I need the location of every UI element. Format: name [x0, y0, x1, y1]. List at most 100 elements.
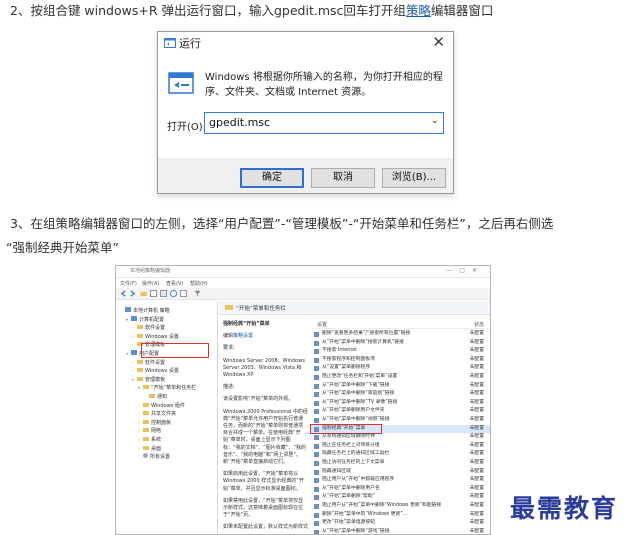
menu-file[interactable]: 文件(F) [120, 280, 137, 287]
policy-setting-icon [314, 400, 319, 406]
tree-item[interactable]: 通知 [144, 393, 167, 401]
policy-row[interactable]: 阻止用户从“开始”菜单中删除“Windows 更新”和超链接 未配置 [311, 502, 490, 510]
folder-icon [137, 325, 143, 330]
desc-req-text: Windows Server 2008、Windows Server 2003、… [223, 357, 305, 379]
policy-row-name: 从“开始”菜单中删除“下载”链接 [322, 382, 390, 388]
cancel-button[interactable]: 取消 [311, 168, 375, 188]
policy-row[interactable]: 阻止在任务栏上对项目分组 未配置 [311, 442, 490, 450]
properties-icon[interactable] [180, 290, 187, 297]
policy-row-name: 删除“开始”菜单中的“Windows 更新”... [322, 511, 408, 517]
policy-row[interactable]: 从“开始”菜单删除“帮助” 未配置 [311, 493, 490, 501]
policy-row[interactable]: 从“开始”菜单中删除“搜索计算机”链接 未配置 [311, 339, 490, 347]
tree-item[interactable]: › 网络 [138, 427, 161, 435]
policy-settings-list: 设置 状态 删除“查看更多结果”/“搜索所有位置”链接 未配置 从“开始”菜单中删除… [310, 315, 490, 534]
computer-icon [131, 350, 137, 355]
tree-item[interactable]: › 软件设置 [132, 324, 165, 332]
policy-row[interactable]: 从“开始”菜单删除用户文件夹 未配置 [311, 407, 490, 415]
run-input-value: gpedit.msc [209, 116, 271, 129]
tree-item[interactable]: 所有设置 [138, 453, 170, 461]
policy-row[interactable]: 更改“开始”菜单电源按钮 未配置 [311, 519, 490, 527]
column-setting[interactable]: 设置 [317, 321, 327, 328]
chevron-down-icon[interactable]: ⌄ [431, 115, 439, 126]
filter-icon[interactable] [194, 290, 201, 297]
tree-item[interactable]: ▾ “开始”菜单和任务栏 [138, 384, 196, 392]
desc-paragraph-2: 如果启用此设置，“开始”菜单将以 Windows 2000 样式显示经典的“开始… [223, 471, 304, 492]
policy-row[interactable]: 从“开始”菜单中删除“下载”链接 未配置 [311, 382, 490, 390]
forward-icon[interactable] [129, 290, 136, 297]
menu-help[interactable]: 帮助(H) [190, 280, 208, 287]
policy-row-state: 未配置 [469, 339, 484, 345]
tree-item[interactable]: › 软件设置 [132, 359, 165, 367]
folder-icon [137, 376, 143, 381]
folder-up-icon[interactable] [140, 290, 147, 297]
policy-row-state: 未配置 [469, 477, 484, 483]
policy-row[interactable]: 阻止更改“任务栏和‘开始’菜单”设置 未配置 [311, 373, 490, 381]
policy-setting-icon [314, 409, 319, 415]
policy-row[interactable]: 不搜索 Internet 未配置 [311, 347, 490, 355]
export-list-icon[interactable] [160, 290, 167, 297]
policy-setting-icon [314, 461, 319, 466]
tree-item[interactable]: › Windows 设置 [132, 333, 179, 341]
policy-row-state: 未配置 [469, 442, 484, 448]
policy-row-name: 阻止访问任务栏的上下文菜单 [322, 460, 385, 465]
back-icon[interactable] [120, 290, 127, 297]
run-dialog: 运行 ✕ Windows 将根据你所输入的名称，为你打开相应的程序、文件夹、文档… [157, 31, 454, 194]
policy-row[interactable]: 隐藏任务栏上的通知区域工具栏 未配置 [311, 450, 490, 458]
run-command-input[interactable]: gpedit.msc ⌄ [204, 112, 444, 134]
policy-row[interactable]: 从“设置”菜单删除程序 未配置 [311, 364, 490, 372]
tree-item-label: 通知 [157, 394, 168, 400]
list-header: 设置 状态 [311, 320, 490, 329]
help-icon[interactable] [170, 290, 177, 297]
show-hide-tree-icon[interactable] [150, 290, 157, 297]
policy-setting-icon [314, 349, 319, 355]
policy-row[interactable]: 从“开始”菜单中删除“家庭组”链接 未配置 [311, 390, 490, 398]
group-policy-editor-window: 本地组策略编辑器 —□✕ 文件(F) 操作(A) 查看(V) 帮助(H) 本地计… [115, 265, 491, 535]
menu-action[interactable]: 操作(A) [142, 280, 159, 287]
strategy-link[interactable]: 策略 [406, 3, 431, 18]
tree-item[interactable]: › Windows 组件 [138, 402, 185, 410]
tree-item[interactable]: › 控制面板 [138, 419, 171, 427]
tree-item[interactable]: ▾ 管理模板 [132, 376, 165, 384]
policy-row-name: 从“开始”菜单中删除“游戏”链接 [322, 528, 390, 534]
policy-row-name: 从“开始”菜单中删除“TV 录像”链接 [322, 399, 398, 405]
policy-row-state: 未配置 [469, 434, 484, 440]
tree-item[interactable]: › 共享文件夹 [138, 410, 176, 418]
policy-row-name: 从“开始”菜单中删除用户名 [322, 485, 380, 491]
menu-view[interactable]: 查看(V) [166, 280, 183, 287]
policy-setting-icon [314, 495, 319, 501]
policy-row[interactable]: 阻止用户从“开始”中卸载应用程序 未配置 [311, 476, 490, 484]
run-body: Windows 将根据你所输入的名称，为你打开相应的程序、文件夹、文档或 Int… [158, 54, 453, 158]
column-state[interactable]: 状态 [474, 321, 484, 328]
policy-row-state: 未配置 [469, 399, 484, 405]
browse-button[interactable]: 浏览(B)... [382, 168, 446, 188]
policy-row[interactable]: 隐藏通知区域 未配置 [311, 468, 490, 476]
policy-setting-icon [314, 357, 319, 363]
tree-item[interactable]: › Windows 设置 [132, 367, 179, 375]
policy-row[interactable]: 删除“查看更多结果”/“搜索所有位置”链接 未配置 [311, 330, 490, 338]
policy-row[interactable]: 阻止访问任务栏的上下文菜单 未配置 [311, 459, 490, 467]
policy-row[interactable]: 从“开始”菜单中删除用户名 未配置 [311, 485, 490, 493]
policy-row[interactable]: 不搜索程序和控制面板项 未配置 [311, 356, 490, 364]
policy-row[interactable]: 删除“开始”菜单中的“Windows 更新”... 未配置 [311, 511, 490, 519]
policy-row-name: 阻止更改“任务栏和‘开始’菜单”设置 [322, 374, 398, 379]
tree-item-label: “开始”菜单和任务栏 [151, 385, 197, 392]
policy-row-state: 未配置 [469, 451, 484, 457]
policy-row[interactable]: 从“开始”菜单中删除“游戏”链接 未配置 [311, 528, 490, 534]
tree-item[interactable]: › 桌面 [138, 445, 161, 453]
step3-line2: “强制经典开始菜单” [6, 240, 119, 255]
tree-item-label: 共享文件夹 [151, 411, 177, 418]
policy-row[interactable]: 从“开始”菜单中删除“TV 录像”链接 未配置 [311, 399, 490, 407]
policy-detail-pane: “开始”菜单和任务栏 强制经典“开始”菜单 编辑策略设置 要求: Windows… [219, 301, 490, 534]
ok-button[interactable]: 确定 [240, 168, 304, 188]
tree-item[interactable]: ▾ 计算机配置 [126, 315, 164, 324]
window-controls-icon[interactable]: —□✕ [446, 267, 484, 274]
policy-row-state: 未配置 [469, 528, 484, 534]
computer-icon [125, 307, 131, 312]
close-icon[interactable]: ✕ [432, 33, 445, 51]
edit-policy-link[interactable]: 策略设置 [233, 333, 253, 339]
tree-item[interactable]: › 系统 [138, 436, 161, 444]
gp-titlebar: 本地组策略编辑器 —□✕ [116, 266, 490, 278]
policy-row[interactable]: 从系统通知区域删除时钟 未配置 [311, 433, 490, 441]
open-label: 打开(O): [167, 122, 207, 133]
tree-item[interactable]: 本地计算机 策略 [120, 307, 170, 315]
